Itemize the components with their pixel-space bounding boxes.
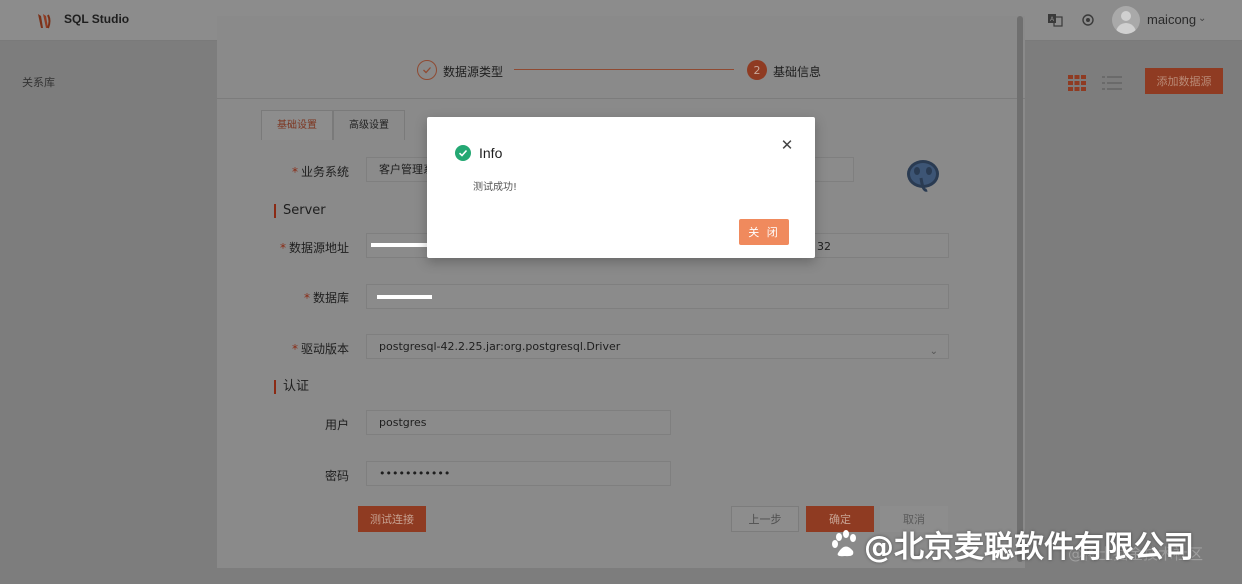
translate-icon[interactable]: A <box>1047 12 1063 28</box>
settings-icon[interactable] <box>1080 12 1096 28</box>
step-2-indicator: 2 <box>747 60 767 80</box>
username[interactable]: maicong <box>1147 12 1196 27</box>
datasource-wizard-drawer: 数据源类型 2 基础信息 基础设置 高级设置 * 业务系统 客户管理系 Serve… <box>217 16 1025 568</box>
server-section-title: Server <box>274 204 326 218</box>
watermark-text: @北京麦聪软件有限公司 <box>864 530 1194 565</box>
address-label: * 数据源地址 <box>279 241 349 255</box>
user-input[interactable]: postgres <box>366 410 671 435</box>
previous-step-button[interactable]: 上一步 <box>731 506 799 532</box>
paw-logo-icon <box>832 530 856 557</box>
scrollbar[interactable] <box>1017 16 1023 562</box>
postgresql-logo-icon <box>907 160 939 192</box>
database-input[interactable] <box>366 284 949 309</box>
dialog-message: 测试成功! <box>473 182 518 193</box>
redacted-database <box>377 295 432 299</box>
user-avatar[interactable] <box>1112 6 1140 34</box>
password-label: 密码 <box>324 469 349 483</box>
tab-bar: 基础设置 高级设置 <box>261 110 405 140</box>
user-label: 用户 <box>324 418 349 432</box>
driver-label: * 驱动版本 <box>291 342 349 356</box>
redacted-address <box>371 243 431 247</box>
driver-value: postgresql-42.2.25.jar:org.postgresql.Dr… <box>379 340 621 353</box>
step-1-check-icon <box>417 60 437 80</box>
breadcrumb: 关系库 <box>22 76 55 89</box>
chevron-down-icon[interactable]: ⌄ <box>1198 13 1206 24</box>
tab-advanced-settings[interactable]: 高级设置 <box>333 110 405 140</box>
password-input[interactable]: ••••••••••• <box>366 461 671 486</box>
close-icon[interactable]: ✕ <box>779 136 795 154</box>
driver-select[interactable]: postgresql-42.2.25.jar:org.postgresql.Dr… <box>366 334 949 359</box>
auth-section-title: 认证 <box>274 380 309 394</box>
port-value: 32 <box>817 240 831 253</box>
app-title: SQL Studio <box>64 12 130 26</box>
dialog-title: Info <box>479 145 503 161</box>
tab-basic-settings[interactable]: 基础设置 <box>261 110 333 140</box>
step-connector <box>514 69 734 70</box>
watermark: @北京麦聪软件有限公司 <box>830 522 1194 566</box>
chevron-down-icon: ⌄ <box>929 346 938 357</box>
add-datasource-button[interactable]: 添加数据源 <box>1145 68 1223 94</box>
test-connection-button[interactable]: 测试连接 <box>358 506 426 532</box>
app-logo-icon <box>38 14 51 29</box>
grid-view-icon[interactable] <box>1068 75 1086 91</box>
dialog-close-button[interactable]: 关 闭 <box>739 219 789 245</box>
step-2-label: 基础信息 <box>773 65 822 79</box>
step-1-label: 数据源类型 <box>443 65 504 79</box>
divider <box>217 98 1025 99</box>
list-view-icon[interactable] <box>1102 76 1122 90</box>
success-check-icon <box>455 145 471 161</box>
business-system-label: * 业务系统 <box>291 165 349 179</box>
database-label: * 数据库 <box>303 291 349 305</box>
info-dialog: Info ✕ 测试成功! 关 闭 <box>427 117 815 258</box>
